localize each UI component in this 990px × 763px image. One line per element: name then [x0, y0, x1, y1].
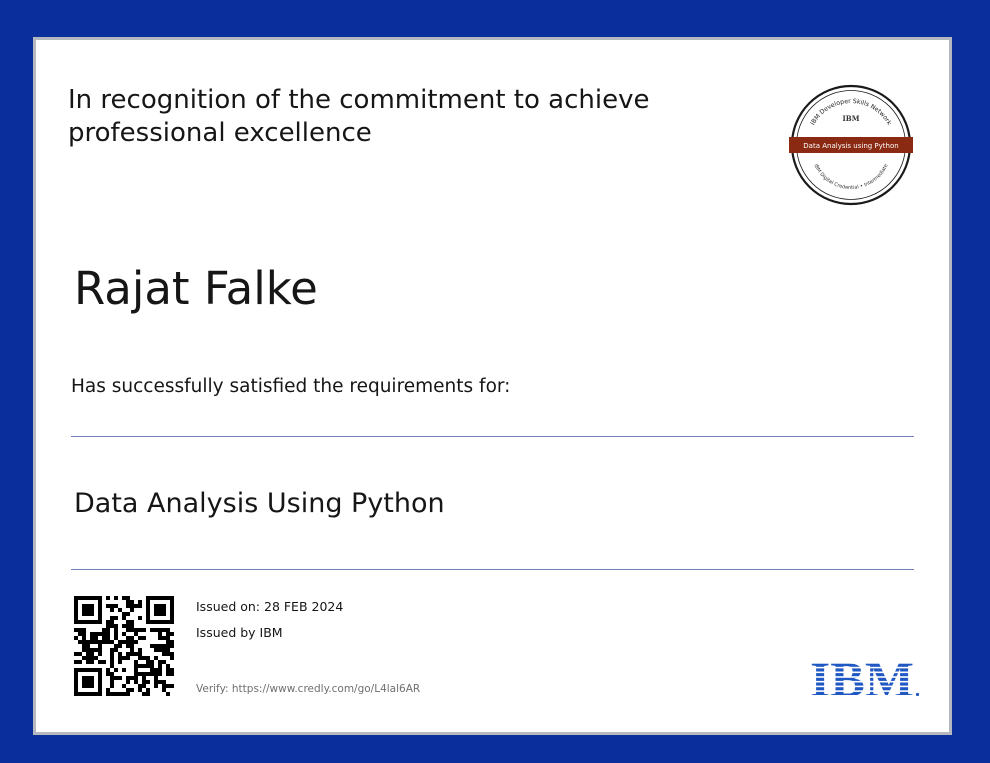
recognition-statement: In recognition of the commitment to achi… — [68, 85, 650, 148]
credential-badge-icon: IBM Developer Skills Network IBM Data An… — [789, 84, 913, 206]
badge-brand: IBM — [843, 114, 860, 123]
recipient-name: Rajat Falke — [74, 262, 318, 315]
ibm-logo-text: IBM — [810, 656, 914, 698]
divider-bottom — [71, 569, 914, 570]
issuer: Issued by IBM — [196, 625, 283, 640]
verify-link[interactable]: Verify: https://www.credly.com/go/L4lal6… — [196, 683, 420, 695]
ibm-logo-icon: IBM — [810, 656, 920, 698]
badge-ribbon-label: Data Analysis using Python — [803, 142, 898, 150]
qr-code-icon[interactable] — [74, 596, 174, 696]
issued-on-date: Issued on: 28 FEB 2024 — [196, 599, 344, 614]
divider-top — [71, 436, 914, 437]
requirements-text: Has successfully satisfied the requireme… — [71, 376, 511, 397]
certificate-card: In recognition of the commitment to achi… — [33, 37, 952, 735]
course-title: Data Analysis Using Python — [74, 488, 445, 519]
